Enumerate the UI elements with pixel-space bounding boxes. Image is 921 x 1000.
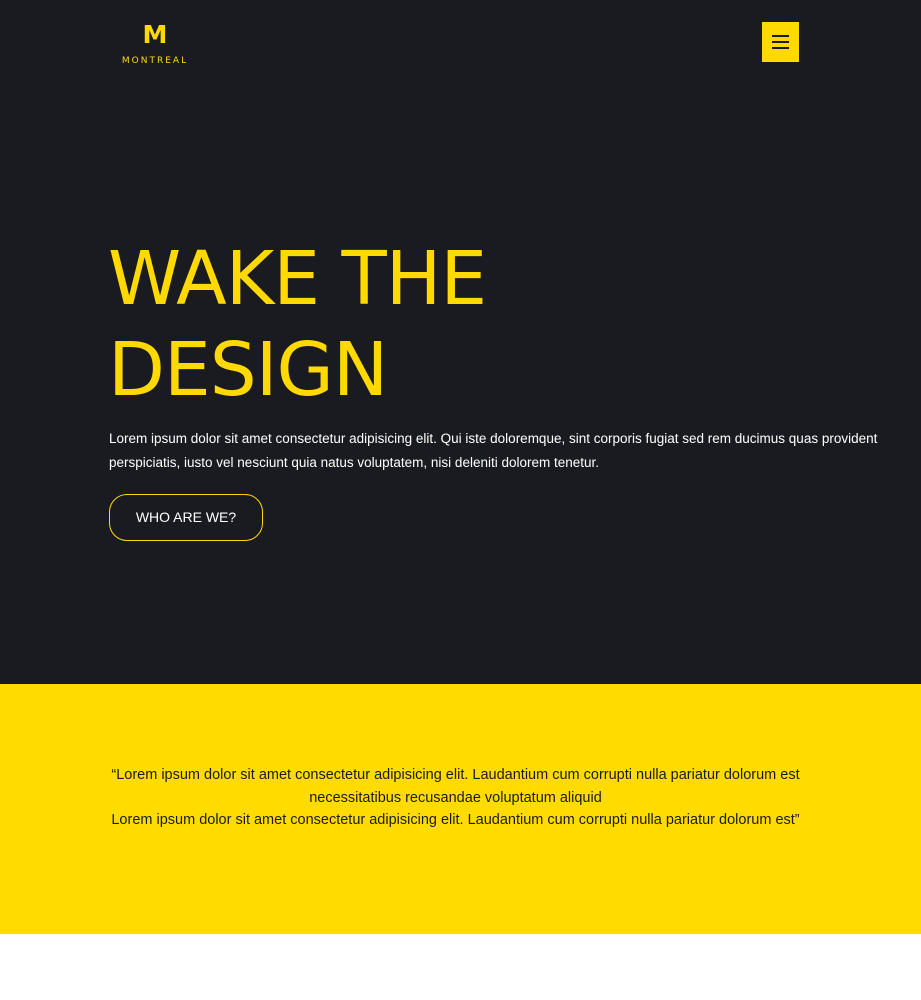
who-are-we-button[interactable]: WHO ARE WE? xyxy=(109,494,263,541)
quote: “Lorem ipsum dolor sit amet consectetur … xyxy=(108,764,803,832)
hero-title-line-1: WAKE THE xyxy=(108,236,487,322)
hamburger-menu-icon xyxy=(772,35,789,37)
hero-title: WAKE THE DESIGN xyxy=(108,234,628,416)
hero-section: M MONTREAL WAKE THE DESIGN Lorem ipsum d… xyxy=(0,0,921,684)
hero-title-line-2: DESIGN xyxy=(108,327,388,413)
logo-text: MONTREAL xyxy=(121,56,189,66)
quote-section: “Lorem ipsum dolor sit amet consectetur … xyxy=(0,684,921,934)
hamburger-menu-icon-bar xyxy=(772,47,789,49)
quote-line-1: “Lorem ipsum dolor sit amet consectetur … xyxy=(111,767,800,806)
hero-description: Lorem ipsum dolor sit amet consectetur a… xyxy=(109,431,878,470)
quote-line-2: Lorem ipsum dolor sit amet consectetur a… xyxy=(111,812,800,828)
hamburger-menu-button[interactable] xyxy=(762,22,799,62)
logo[interactable]: M MONTREAL xyxy=(118,20,192,68)
hamburger-menu-icon-bar xyxy=(772,41,789,43)
logo-mark: M xyxy=(142,20,168,49)
